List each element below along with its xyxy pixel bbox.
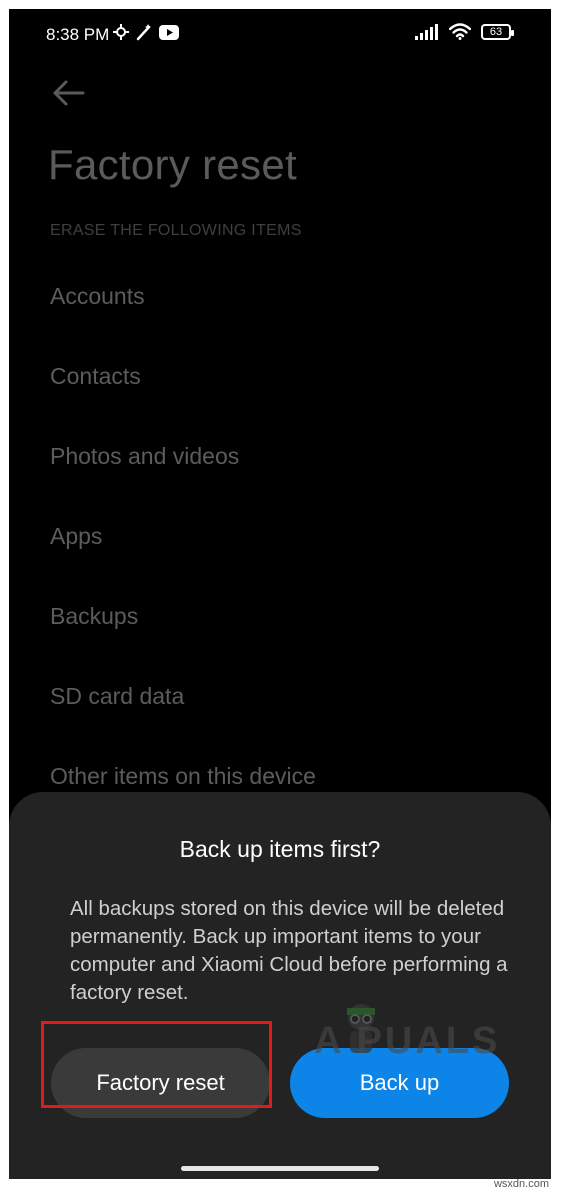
watermark-text: A PUALS <box>314 1020 501 1062</box>
dialog-title: Back up items first? <box>179 836 381 862</box>
home-indicator[interactable] <box>181 1166 379 1171</box>
battery-level: 63 <box>489 25 503 38</box>
wand-icon <box>136 24 151 41</box>
youtube-icon <box>159 24 179 40</box>
list-item: Backups <box>50 603 139 629</box>
backup-dialog: Back up items first? All backups stored … <box>9 792 551 1179</box>
back-up-label: Back up <box>359 1070 440 1095</box>
list-item: Other items on this device <box>50 763 316 789</box>
sync-icon <box>113 24 129 40</box>
list-item: Contacts <box>50 363 141 389</box>
status-icons-left <box>113 23 179 41</box>
list-item: Apps <box>50 523 103 549</box>
status-icons-right: 63 <box>415 23 514 40</box>
wifi-icon <box>449 23 471 40</box>
back-arrow-icon[interactable] <box>51 75 91 111</box>
phone-screen: 8:38 PM 63 Factory reset ERASE THE FOLLO… <box>9 9 551 1179</box>
credit-text: wsxdn.com <box>493 1178 549 1190</box>
battery-icon: 63 <box>481 23 514 40</box>
signal-icon <box>415 23 438 40</box>
page-title: Factory reset <box>48 141 297 188</box>
status-bar: 8:38 PM 63 <box>9 9 551 59</box>
status-time: 8:38 PM <box>46 25 110 44</box>
list-item: Photos and videos <box>50 443 240 469</box>
section-label: ERASE THE FOLLOWING ITEMS <box>50 222 302 239</box>
list-item: SD card data <box>50 683 185 709</box>
list-item: Accounts <box>50 283 145 309</box>
dialog-message: All backups stored on this device will b… <box>70 897 508 1004</box>
annotation-highlight-box <box>41 1021 272 1108</box>
